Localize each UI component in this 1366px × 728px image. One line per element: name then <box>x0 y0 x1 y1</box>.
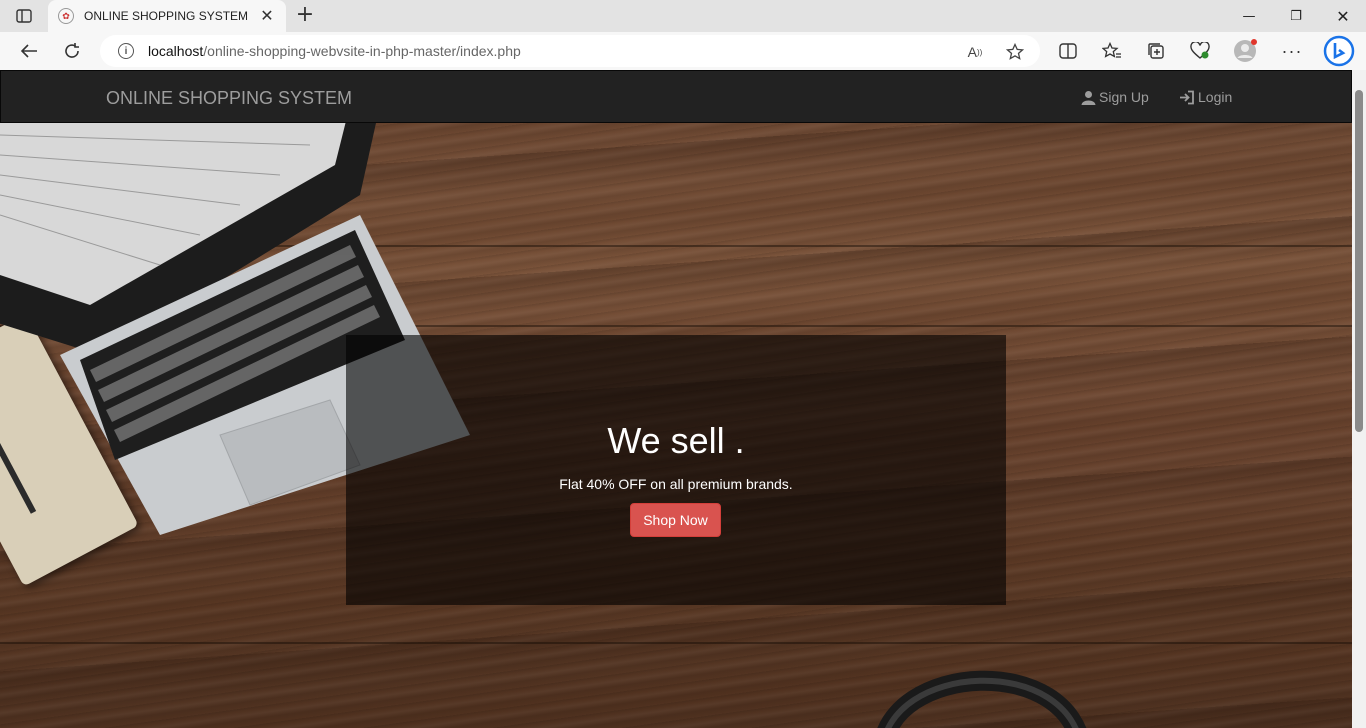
browser-tab[interactable]: ✿ ONLINE SHOPPING SYSTEM ✕ <box>48 0 286 32</box>
refresh-icon[interactable] <box>57 36 87 66</box>
browser-essentials-icon[interactable] <box>1185 36 1215 66</box>
wood-board-seam <box>0 642 1352 644</box>
favorites-icon[interactable] <box>1097 36 1127 66</box>
scrollbar-thumb[interactable] <box>1355 90 1363 432</box>
collections-icon[interactable] <box>1141 36 1171 66</box>
window-close-button[interactable]: ✕ <box>1320 0 1366 32</box>
tab-actions-icon[interactable] <box>10 5 38 27</box>
tab-title: ONLINE SHOPPING SYSTEM <box>84 9 249 23</box>
back-icon[interactable] <box>14 36 44 66</box>
url-text[interactable]: localhost/online-shopping-webvsite-in-ph… <box>148 43 521 59</box>
site-navbar: ONLINE SHOPPING SYSTEM Sign Up Login <box>0 70 1352 123</box>
browser-toolbar: i localhost/online-shopping-webvsite-in-… <box>0 32 1366 70</box>
hero-subtitle: Flat 40% OFF on all premium brands. <box>559 476 793 492</box>
read-aloud-icon[interactable]: A)) <box>964 41 986 63</box>
favorite-star-icon[interactable] <box>1004 41 1026 63</box>
page-background: ONLINE SHOPPING SYSTEM Sign Up Login We … <box>0 70 1352 728</box>
more-icon[interactable]: ··· <box>1277 36 1307 66</box>
hero-banner: We sell . Flat 40% OFF on all premium br… <box>346 335 1006 605</box>
shop-now-button[interactable]: Shop Now <box>630 503 721 537</box>
signup-label: Sign Up <box>1099 89 1149 105</box>
restore-button[interactable]: ❐ <box>1273 0 1319 32</box>
address-bar[interactable]: i localhost/online-shopping-webvsite-in-… <box>100 35 1040 67</box>
tab-close-icon[interactable]: ✕ <box>258 6 276 26</box>
login-label: Login <box>1198 89 1233 105</box>
hero-title: We sell . <box>607 420 745 461</box>
login-icon <box>1180 90 1194 104</box>
site-info-icon[interactable]: i <box>118 43 134 59</box>
bing-icon[interactable] <box>1322 34 1356 68</box>
page-scrollbar[interactable] <box>1352 70 1366 728</box>
split-screen-icon[interactable] <box>1053 36 1083 66</box>
site-brand[interactable]: ONLINE SHOPPING SYSTEM <box>106 88 352 109</box>
signup-link[interactable]: Sign Up <box>1081 89 1149 105</box>
minimize-button[interactable]: — <box>1226 0 1272 32</box>
login-link[interactable]: Login <box>1179 89 1232 105</box>
headphones-image <box>877 670 1087 728</box>
profile-icon[interactable] <box>1230 36 1260 66</box>
user-icon <box>1081 90 1096 105</box>
new-tab-button[interactable]: + <box>292 4 318 28</box>
site-favicon-icon: ✿ <box>58 8 74 24</box>
browser-tab-strip: ✿ ONLINE SHOPPING SYSTEM ✕ + — ❐ ✕ <box>0 0 1366 32</box>
